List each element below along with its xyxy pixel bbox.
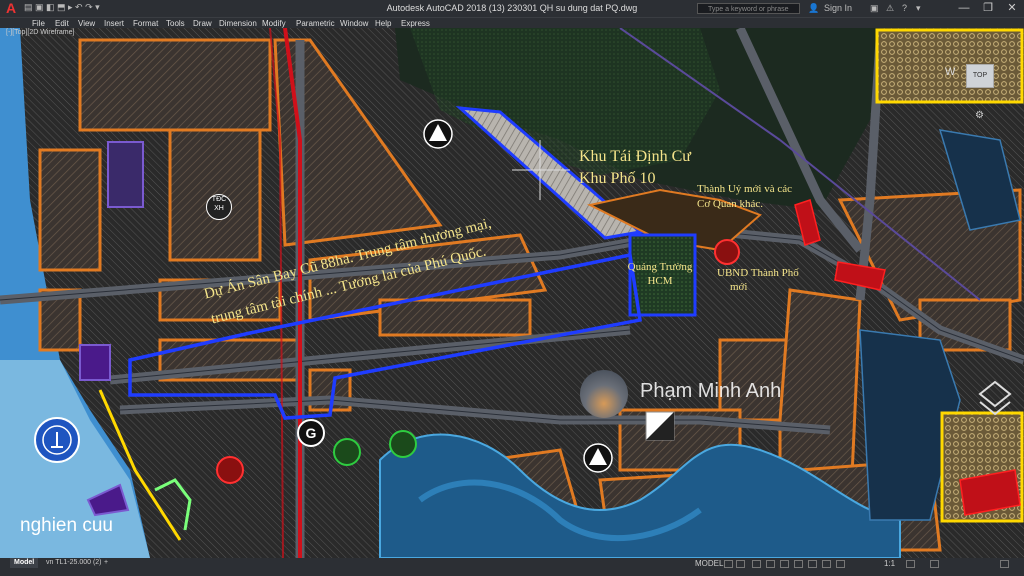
help-icon[interactable]: ? — [902, 3, 907, 13]
viewport-controls-label[interactable]: [-][Top][2D Wireframe] — [6, 29, 74, 36]
svg-text:G: G — [306, 425, 317, 441]
snap-icon[interactable] — [736, 560, 745, 568]
osnap-icon[interactable] — [780, 560, 789, 568]
app-store-icon[interactable]: ▣ — [870, 3, 879, 14]
watermark-corner-text: nghien cuu — [20, 515, 113, 536]
otrack-icon[interactable] — [794, 560, 803, 568]
ortho-icon[interactable] — [752, 560, 761, 568]
minimize-button[interactable]: — — [952, 0, 976, 17]
settings-icon[interactable] — [930, 560, 939, 568]
help-dropdown-icon[interactable]: ▾ — [916, 3, 921, 14]
workspace-icon[interactable] — [906, 560, 915, 568]
label-hcm: HCM — [647, 275, 673, 287]
navigation-bar-icon[interactable]: ⚙ — [975, 110, 984, 121]
maximize-button[interactable]: ❐ — [976, 0, 1000, 17]
label-ubnd-moi: mới — [730, 281, 748, 293]
watermark-name: Phạm Minh Anh — [640, 380, 782, 402]
tab-model[interactable]: Model — [10, 558, 39, 568]
user-icon[interactable]: 👤 — [808, 3, 819, 14]
label-ubnd: UBND Thành Phố — [717, 267, 799, 279]
tab-add-layout[interactable]: + — [100, 558, 112, 568]
label-khu-pho-10: Khu Phố 10 — [579, 170, 656, 187]
fullscreen-icon[interactable] — [1000, 560, 1009, 568]
layout-tab-bar: Model vn TL1-25.000 (2) + — [0, 558, 700, 568]
close-button[interactable]: ✕ — [1000, 0, 1024, 17]
model-space-toggle[interactable]: MODEL — [695, 559, 723, 568]
grid-icon[interactable] — [724, 560, 733, 568]
sign-in-link[interactable]: Sign In — [824, 3, 852, 13]
label-thanh-uy: Thành Uỷ mới và các — [697, 183, 793, 195]
annotation-scale[interactable]: 1:1 — [884, 559, 895, 568]
viewcube-west-label[interactable]: W — [945, 66, 955, 78]
title-bar: A ▤ ▣ ◧ ⬒ ▸ ↶ ↷ ▾ Autodesk AutoCAD 2018 … — [0, 0, 1024, 17]
annotation-icon[interactable] — [836, 560, 845, 568]
viewcube-top-face[interactable]: TOP — [966, 64, 994, 88]
polar-icon[interactable] — [766, 560, 775, 568]
transparency-icon[interactable] — [822, 560, 831, 568]
drawing-viewport[interactable]: G [-][Top][2D Wireframe] Khu Tái Định Cư… — [0, 28, 1024, 558]
label-co-quan-khac: Cơ Quan khác. — [697, 198, 763, 210]
map-drawing: G — [0, 28, 1024, 558]
avatar — [580, 370, 628, 418]
exchange-icon[interactable]: ⚠ — [886, 3, 894, 14]
label-khu-tai-dinh-cu: Khu Tái Định Cư — [579, 148, 691, 165]
tdc-xh-marker: TĐC XH — [206, 194, 232, 220]
lineweight-icon[interactable] — [808, 560, 817, 568]
tab-layout[interactable]: vn TL1-25.000 (2) — [42, 558, 106, 568]
label-quang-truong: Quảng Trường — [627, 261, 693, 273]
search-input[interactable]: Type a keyword or phrase — [697, 3, 800, 14]
